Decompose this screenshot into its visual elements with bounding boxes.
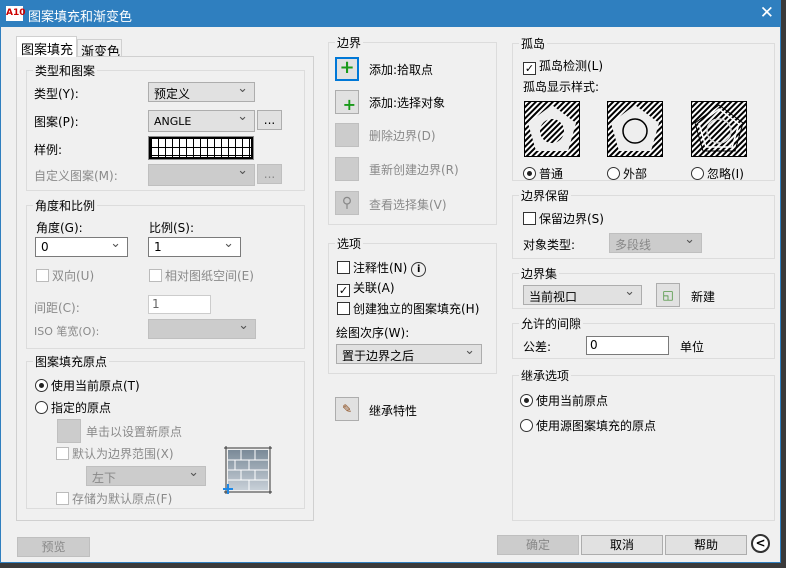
group-title: 类型和图案 [33,62,98,79]
spacing-input[interactable]: 1 [148,295,211,314]
object-type-label: 对象类型: [523,238,576,252]
island-outer-icon[interactable] [607,101,663,157]
set-origin-icon[interactable] [57,419,81,443]
remove-boundaries-icon[interactable] [335,123,359,147]
pattern-browse-button[interactable]: ... [257,110,282,130]
specified-origin-radio[interactable]: 指定的原点 [35,399,111,416]
pattern-sample-swatch[interactable] [148,136,254,160]
brick-origin-preview-icon [223,446,272,494]
add-select-objects-label[interactable]: 添加:选择对象 [369,94,445,111]
view-selections-label[interactable]: 查看选择集(V) [369,196,447,213]
boundary-set-select[interactable]: 当前视口 [523,284,642,305]
info-icon[interactable]: i [411,262,427,277]
new-boundary-set-label: 新建 [691,290,716,304]
type-label: 类型(Y): [34,87,79,101]
group-title: 边界集 [519,265,560,282]
scale-select[interactable]: 1 [148,236,241,257]
store-default-checkbox[interactable]: 存储为默认原点(F) [56,490,172,507]
group-title: 角度和比例 [33,197,98,214]
annotative-checkbox[interactable]: 注释性(N) i [337,259,427,277]
spacing-label: 间距(C): [34,301,80,315]
add-select-objects-icon[interactable]: + [335,90,359,114]
group-title: 孤岛 [519,35,548,52]
island-ignore-icon[interactable] [691,101,747,157]
hatch-dialog: A10 图案填充和渐变色 ✕ 图案填充 渐变色 类型和图案 类型(Y): 预定义… [0,0,781,563]
iso-pen-width-label: ISO 笔宽(O): [34,325,100,338]
custom-pattern-label: 自定义图案(M): [34,169,118,183]
iso-pen-width-select[interactable] [148,318,256,339]
angle-label: 角度(G): [36,221,83,235]
add-pick-points-icon[interactable]: + [335,57,359,81]
group-title: 允许的间隙 [519,315,584,332]
separate-hatches-checkbox[interactable]: 创建独立的图案填充(H) [337,300,479,317]
tolerance-label: 公差: [523,340,552,354]
island-detection-checkbox[interactable]: ✓ 孤岛检测(L) [523,57,603,75]
help-button[interactable]: 帮助 [665,535,747,555]
new-boundary-set-icon[interactable]: ◱ [656,283,680,307]
remove-boundaries-label[interactable]: 删除边界(D) [369,127,436,144]
cancel-button[interactable]: 取消 [581,535,663,555]
sample-label: 样例: [34,143,63,157]
island-ignore-radio[interactable]: 忽略(I) [691,165,744,182]
recreate-boundary-icon[interactable] [335,157,359,181]
app-logo-icon: A10 [6,6,26,21]
inherit-source-origin-radio[interactable]: 使用源图案填充的原点 [520,417,656,434]
title-bar: A10 图案填充和渐变色 ✕ [1,1,780,27]
group-title: 继承选项 [519,367,572,384]
custom-pattern-browse-button[interactable]: ... [257,164,282,184]
island-normal-icon[interactable] [524,101,580,157]
preview-button[interactable]: 预览 [17,537,90,557]
click-set-origin-label: 单击以设置新原点 [86,425,183,439]
use-current-origin-radio[interactable]: 使用当前原点(T) [35,377,140,394]
object-type-select[interactable]: 多段线 [609,232,702,253]
extent-position-select[interactable]: 左下 [86,465,206,486]
pattern-label: 图案(P): [34,115,79,129]
pattern-select[interactable]: ANGLE [148,109,255,132]
group-title: 选项 [335,235,364,252]
tolerance-input[interactable]: 0 [586,336,669,355]
add-pick-points-label[interactable]: 添加:拾取点 [369,61,433,78]
associative-checkbox[interactable]: ✓ 关联(A) [337,279,395,297]
group-title: 图案填充原点 [33,353,110,370]
island-style-label: 孤岛显示样式: [523,80,600,94]
island-outer-radio[interactable]: 外部 [607,165,647,182]
group-title: 边界保留 [519,187,572,204]
view-selections-magnifier-icon[interactable]: ⚲ [335,191,359,215]
tab-gradient[interactable]: 渐变色 [77,39,122,60]
inherit-properties-brush-icon[interactable]: ✎ [335,397,359,421]
type-select[interactable]: 预定义 [148,81,255,102]
inherit-current-origin-radio[interactable]: 使用当前原点 [520,392,608,409]
relative-paper-checkbox[interactable]: 相对图纸空间(E) [149,267,254,284]
close-icon[interactable]: ✕ [760,3,774,23]
island-normal-radio[interactable]: 普通 [523,165,563,182]
collapse-chevron-icon[interactable]: < [751,534,770,553]
draw-order-label: 绘图次序(W): [336,326,410,340]
retain-boundaries-checkbox[interactable]: 保留边界(S) [523,210,604,227]
scale-label: 比例(S): [149,221,195,235]
draw-order-select[interactable]: 置于边界之后 [336,343,482,364]
custom-pattern-select[interactable] [148,163,255,186]
inherit-properties-label[interactable]: 继承特性 [369,402,417,419]
tab-hatch[interactable]: 图案填充 [16,36,77,58]
ok-button[interactable]: 确定 [497,535,579,555]
double-checkbox[interactable]: 双向(U) [36,267,94,284]
window-title: 图案填充和渐变色 [28,10,133,25]
default-extent-checkbox[interactable]: 默认为边界范围(X) [56,445,174,462]
group-title: 边界 [335,34,364,51]
recreate-boundary-label[interactable]: 重新创建边界(R) [369,161,459,178]
angle-select[interactable]: 0 [35,236,128,257]
tolerance-unit-label: 单位 [680,340,705,354]
